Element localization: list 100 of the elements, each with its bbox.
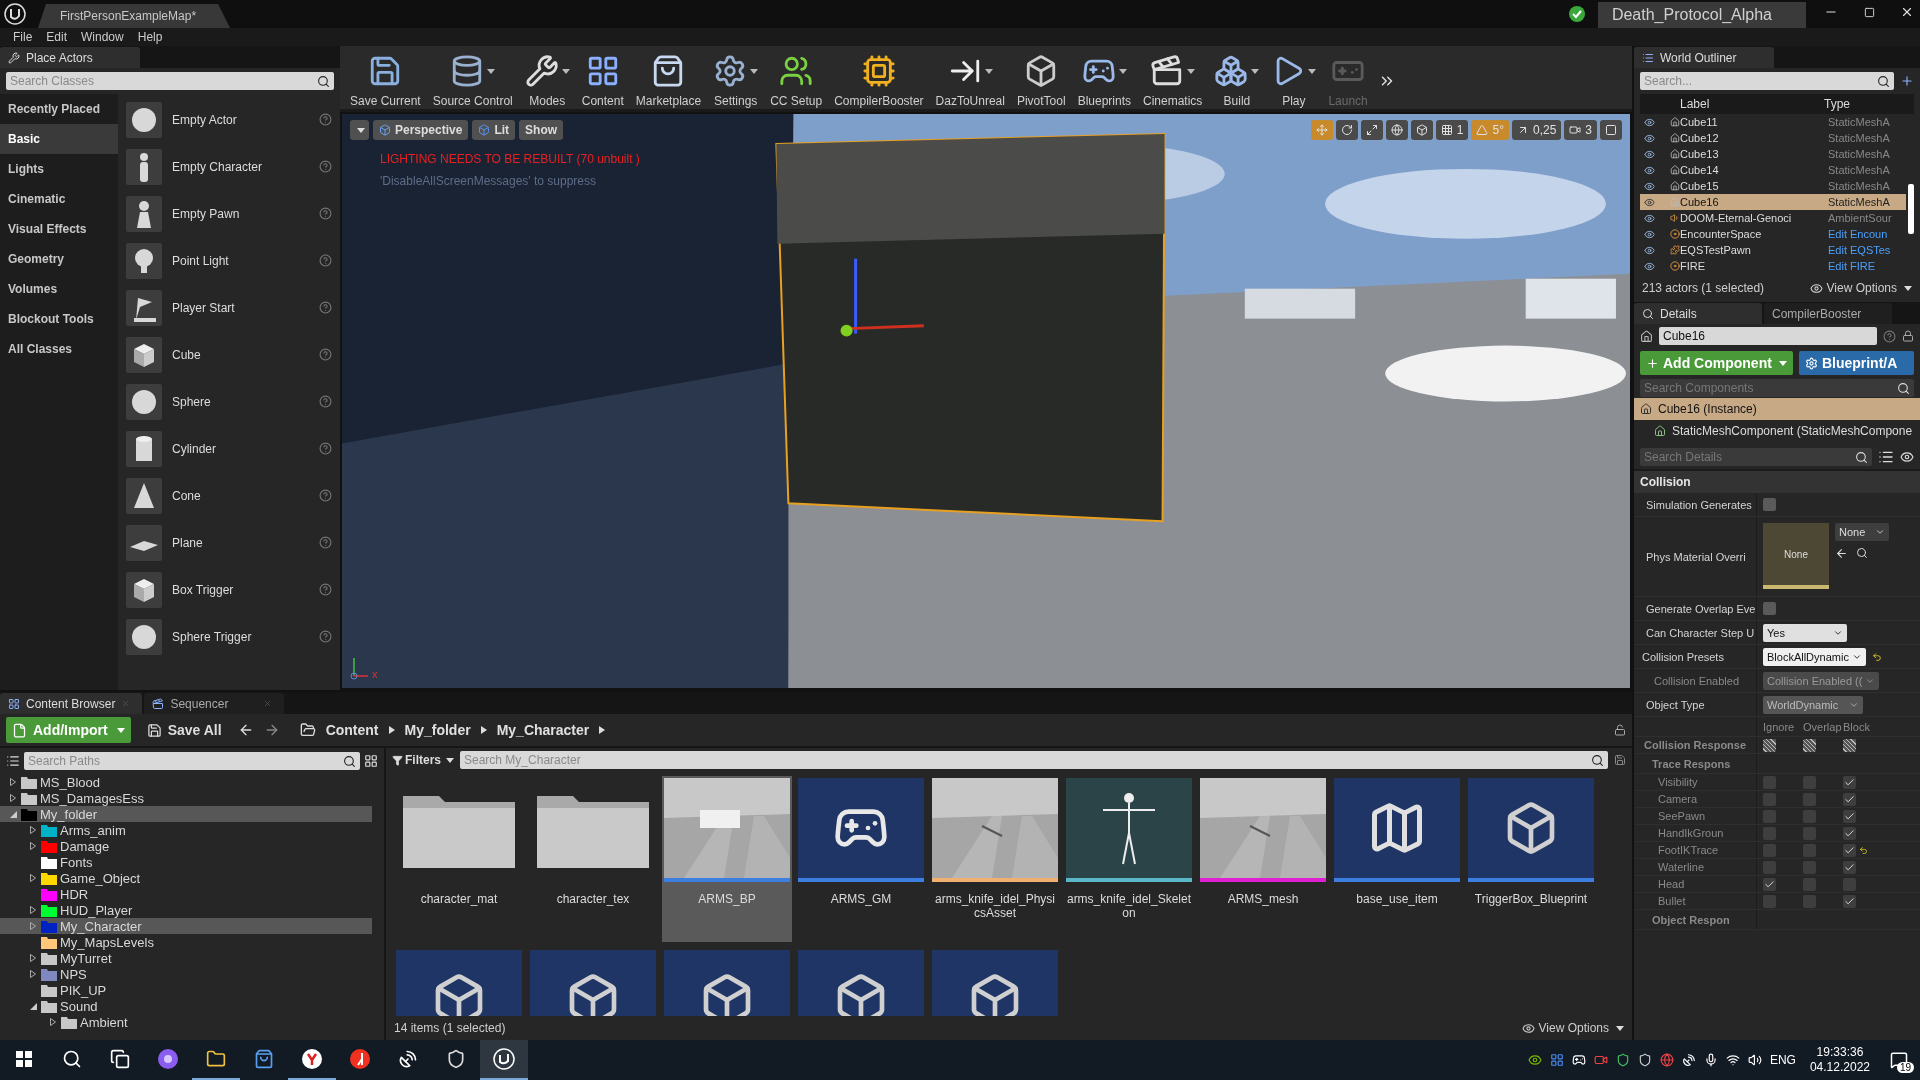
folder-tree-item[interactable]: My_folder <box>0 806 372 822</box>
document-tab[interactable]: FirstPersonExampleMap* <box>38 4 231 28</box>
checkbox[interactable] <box>1843 877 1856 891</box>
breadcrumb-item[interactable]: Content <box>325 722 379 738</box>
checkbox[interactable] <box>1803 894 1816 908</box>
toolbar-button[interactable]: Settings <box>707 52 765 109</box>
component-item[interactable]: StaticMeshComponent (StaticMeshCompone <box>1634 420 1920 442</box>
checkbox[interactable] <box>1803 860 1816 874</box>
toolbar-button[interactable]: Build <box>1208 52 1266 109</box>
view-options-button[interactable]: View Options <box>1521 1021 1624 1035</box>
scale-snap-button[interactable]: 0,25 <box>1511 120 1562 140</box>
checkbox[interactable] <box>1803 775 1816 789</box>
reset-icon[interactable] <box>1859 845 1868 855</box>
globe-icon[interactable] <box>1659 1053 1674 1067</box>
checkbox[interactable] <box>1763 843 1776 857</box>
visibility-icon[interactable] <box>1644 164 1655 176</box>
edit-link[interactable]: Edit FIRE <box>1828 260 1906 272</box>
blueprint-button[interactable]: Blueprint/A <box>1798 351 1914 375</box>
checkbox[interactable] <box>1803 809 1816 823</box>
checkbox[interactable] <box>1763 809 1776 823</box>
menu-item[interactable]: File <box>6 28 40 46</box>
edit-link[interactable]: Edit EQSTes <box>1828 244 1906 256</box>
scale-button[interactable] <box>1360 120 1383 140</box>
satellite-dish-icon[interactable] <box>1681 1053 1696 1067</box>
actor-item[interactable]: Cylinder <box>118 425 340 472</box>
actor-item[interactable]: Player Start <box>118 284 340 331</box>
checkbox[interactable] <box>1763 894 1776 908</box>
category-item[interactable]: Basic <box>0 124 118 154</box>
folder-tree-item[interactable]: HUD_Player <box>0 902 372 918</box>
asset-tile[interactable]: ARMS_mesh <box>1198 776 1328 942</box>
checkbox[interactable] <box>1843 843 1856 857</box>
microphone-icon[interactable] <box>1703 1053 1718 1067</box>
outliner-row[interactable]: EncounterSpace Edit Encoun <box>1640 226 1906 242</box>
panel-tab[interactable]: CompilerBooster <box>1764 303 1892 324</box>
help-icon[interactable] <box>319 207 332 220</box>
folder-tree-item[interactable]: Damage <box>0 838 372 854</box>
eye-icon[interactable] <box>1527 1053 1542 1067</box>
folder-tree-item[interactable]: Fonts <box>0 854 372 870</box>
help-icon[interactable] <box>1883 329 1896 343</box>
network-icon[interactable] <box>1725 1053 1740 1067</box>
help-icon[interactable] <box>319 301 332 314</box>
dropdown[interactable]: WorldDynamic <box>1763 695 1863 714</box>
grid-button[interactable]: 1 <box>1435 120 1469 140</box>
help-icon[interactable] <box>319 348 332 361</box>
toolbar-button[interactable]: Content <box>575 52 630 109</box>
outliner-row[interactable]: Cube11 StaticMeshA <box>1640 114 1906 130</box>
breadcrumb-item[interactable]: My_Character <box>496 722 590 738</box>
outliner-row[interactable]: EQSTestPawn Edit EQSTes <box>1640 242 1906 258</box>
actor-item[interactable]: Empty Pawn <box>118 190 340 237</box>
gamepad-icon[interactable] <box>1571 1053 1586 1067</box>
panel-tab[interactable]: World Outliner <box>1634 47 1774 68</box>
actor-item[interactable]: Sphere Trigger <box>118 613 340 660</box>
actor-item[interactable]: Empty Actor <box>118 96 340 143</box>
checkbox[interactable] <box>1763 602 1776 615</box>
visibility-icon[interactable] <box>1644 180 1655 192</box>
taskbar-button[interactable] <box>480 1040 528 1080</box>
folder-tree-item[interactable]: Sound <box>0 998 372 1014</box>
material-thumbnail[interactable]: None <box>1763 523 1829 589</box>
camera-speed-button[interactable]: 3 <box>1564 120 1597 140</box>
notifications-button[interactable]: 19 <box>1884 1045 1914 1075</box>
actor-item[interactable]: Cube <box>118 331 340 378</box>
category-item[interactable]: Recently Placed <box>0 94 118 124</box>
folder-tree-item[interactable]: NPS <box>0 966 372 982</box>
video-icon[interactable] <box>1593 1053 1608 1067</box>
shield-icon[interactable] <box>1637 1053 1652 1067</box>
help-icon[interactable] <box>319 395 332 408</box>
arrow-left-icon[interactable] <box>1835 547 1848 560</box>
help-icon[interactable] <box>319 254 332 267</box>
folder-tree-item[interactable]: MS_Blood <box>0 774 372 790</box>
toolbar-button[interactable]: Cinematics <box>1137 52 1209 109</box>
category-item[interactable]: Volumes <box>0 274 118 304</box>
toolbar-button[interactable]: Marketplace <box>629 52 708 109</box>
grid-icon[interactable] <box>1549 1053 1564 1067</box>
category-item[interactable]: Blockout Tools <box>0 304 118 334</box>
folder-tree-item[interactable]: Game_Object <box>0 870 372 886</box>
checkbox[interactable] <box>1763 738 1776 752</box>
list-icon[interactable] <box>1878 449 1894 465</box>
scrollbar[interactable] <box>1908 184 1914 234</box>
outliner-row[interactable]: Cube16 StaticMeshA <box>1640 194 1906 210</box>
visibility-icon[interactable] <box>1644 196 1655 208</box>
reset-icon[interactable] <box>1871 651 1882 662</box>
toolbar-button[interactable]: Modes <box>518 52 576 109</box>
checkbox[interactable] <box>1763 860 1776 874</box>
toolbar-button[interactable]: PivotTool <box>1010 52 1072 109</box>
toolbar-button[interactable]: Source Control <box>426 52 519 109</box>
viewport-button[interactable]: Lit <box>472 120 516 140</box>
actor-item[interactable]: Empty Character <box>118 143 340 190</box>
outliner-row[interactable]: Cube13 StaticMeshA <box>1640 146 1906 162</box>
checkbox[interactable] <box>1843 860 1856 874</box>
folder-tree-item[interactable]: Ambient <box>0 1014 372 1030</box>
outliner-row[interactable]: Cube14 StaticMeshA <box>1640 162 1906 178</box>
filters-button[interactable]: Filters <box>392 753 454 767</box>
menu-item[interactable]: Help <box>130 28 170 46</box>
toolbar-button[interactable]: DazToUnreal <box>929 52 1011 109</box>
actor-item[interactable]: Plane <box>118 519 340 566</box>
search-icon[interactable] <box>1856 547 1868 559</box>
asset-tile[interactable]: character_tex <box>528 776 658 942</box>
checkbox[interactable] <box>1843 894 1856 908</box>
actor-item[interactable]: Box Trigger <box>118 566 340 613</box>
add-icon[interactable] <box>1900 74 1914 88</box>
